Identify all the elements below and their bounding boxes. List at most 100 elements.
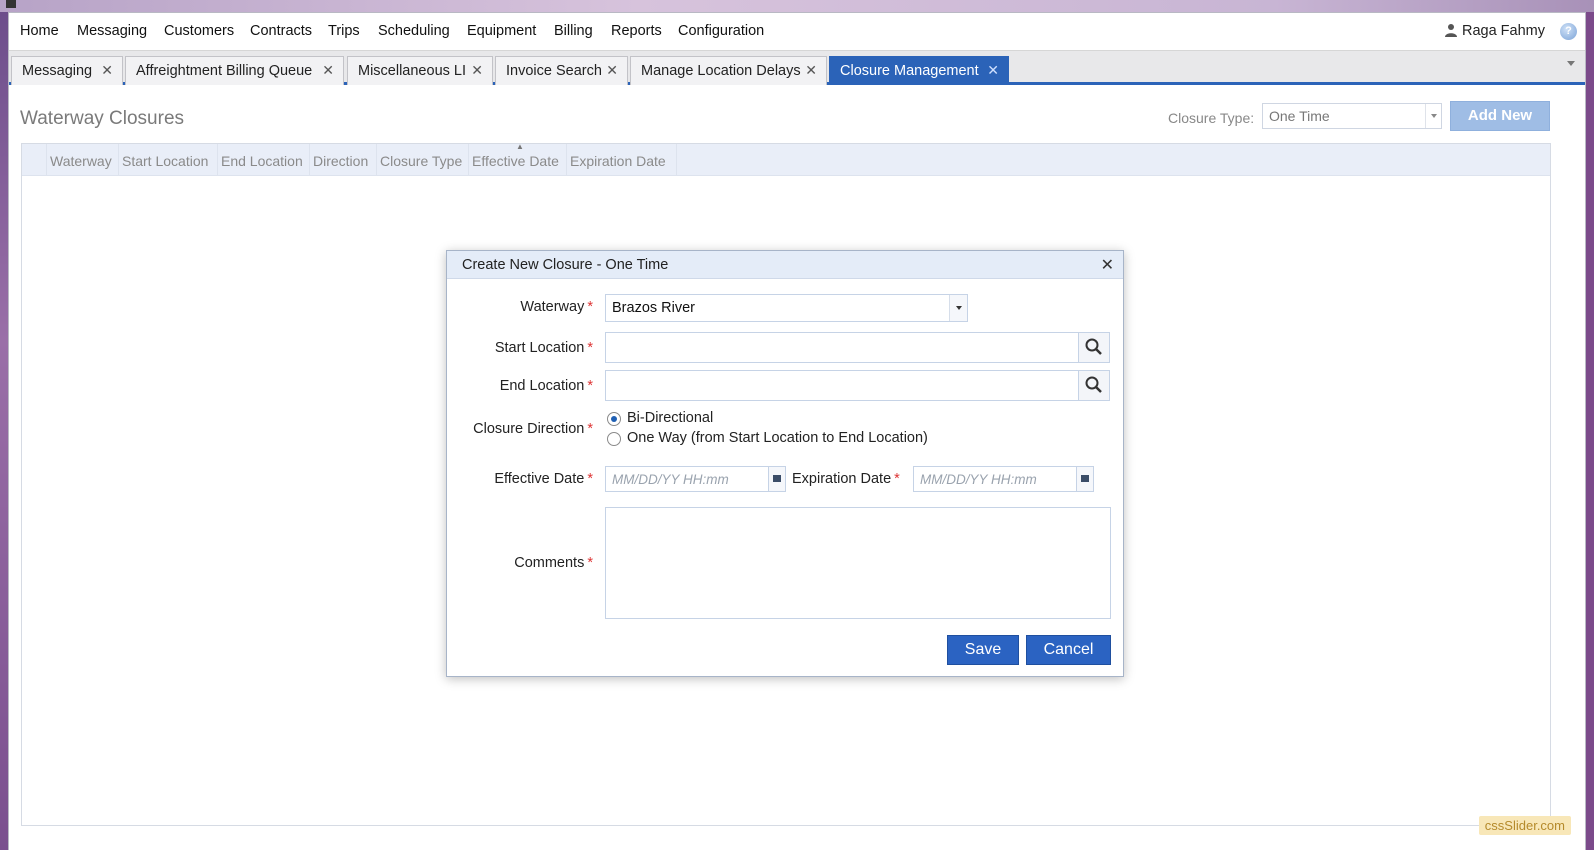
column-header-waterway[interactable]: Waterway bbox=[50, 153, 112, 169]
menu-reports[interactable]: Reports bbox=[611, 23, 662, 39]
waterway-select[interactable]: Brazos River bbox=[605, 294, 968, 322]
required-marker: * bbox=[587, 555, 593, 571]
closure-direction-label: Closure Direction * bbox=[473, 421, 593, 437]
app-icon bbox=[6, 0, 16, 8]
close-icon[interactable]: ✕ bbox=[322, 62, 334, 79]
dialog-header: Create New Closure - One Time ✕ bbox=[447, 251, 1123, 279]
dialog-title: Create New Closure - One Time bbox=[462, 257, 669, 273]
bi-directional-radio[interactable] bbox=[607, 412, 621, 426]
menu-home[interactable]: Home bbox=[20, 23, 59, 39]
tab-manage-location-delays[interactable]: Manage Location Delays ✕ bbox=[630, 56, 827, 85]
start-location-label-text: Start Location bbox=[494, 340, 585, 356]
app-window: Home Messaging Customers Contracts Trips… bbox=[8, 12, 1586, 850]
comments-textarea[interactable] bbox=[605, 507, 1111, 619]
main-menu-bar: Home Messaging Customers Contracts Trips… bbox=[9, 13, 1585, 51]
tab-affreightment-billing-queue[interactable]: Affreightment Billing Queue ✕ bbox=[125, 56, 344, 85]
comments-label-text: Comments bbox=[514, 555, 585, 571]
help-icon[interactable]: ? bbox=[1560, 23, 1577, 40]
calendar-icon[interactable] bbox=[768, 467, 785, 491]
column-divider bbox=[676, 144, 677, 176]
menu-configuration[interactable]: Configuration bbox=[678, 23, 764, 39]
column-header-expiration-date[interactable]: Expiration Date bbox=[570, 153, 666, 169]
user-icon bbox=[1444, 24, 1457, 37]
tab-label: Messaging bbox=[22, 63, 93, 79]
column-divider bbox=[46, 144, 47, 176]
waterway-label-text: Waterway bbox=[520, 299, 585, 315]
close-icon[interactable]: ✕ bbox=[987, 62, 999, 79]
user-menu[interactable]: Raga Fahmy bbox=[1444, 23, 1545, 39]
menu-scheduling[interactable]: Scheduling bbox=[378, 23, 450, 39]
column-divider bbox=[468, 144, 469, 176]
column-divider bbox=[118, 144, 119, 176]
add-new-button[interactable]: Add New bbox=[1450, 101, 1550, 131]
start-location-label: Start Location * bbox=[495, 340, 593, 356]
tab-miscellaneous-li[interactable]: Miscellaneous LI ✕ bbox=[347, 56, 493, 85]
column-divider bbox=[309, 144, 310, 176]
closure-type-select[interactable]: One Time bbox=[1262, 103, 1442, 129]
menu-trips[interactable]: Trips bbox=[328, 23, 360, 39]
required-marker: * bbox=[894, 471, 900, 487]
effective-date-input[interactable]: MM/DD/YY HH:mm bbox=[605, 466, 786, 492]
watermark: cssSlider.com bbox=[1478, 816, 1571, 835]
comments-label: Comments * bbox=[514, 555, 593, 571]
menu-messaging[interactable]: Messaging bbox=[77, 23, 147, 39]
search-button[interactable] bbox=[1078, 333, 1109, 362]
closure-type-value: One Time bbox=[1269, 108, 1330, 124]
tab-overflow-icon[interactable] bbox=[1567, 61, 1575, 66]
tab-label: Affreightment Billing Queue bbox=[136, 63, 313, 79]
chevron-down-icon[interactable] bbox=[949, 295, 967, 321]
save-button[interactable]: Save bbox=[947, 635, 1019, 665]
menu-equipment[interactable]: Equipment bbox=[467, 23, 536, 39]
column-divider bbox=[376, 144, 377, 176]
column-header-effective-date[interactable]: Effective Date bbox=[472, 153, 559, 169]
one-way-label[interactable]: One Way (from Start Location to End Loca… bbox=[627, 430, 928, 446]
closure-direction-label-text: Closure Direction bbox=[473, 421, 585, 437]
required-marker: * bbox=[587, 421, 593, 437]
start-location-input[interactable] bbox=[605, 332, 1110, 363]
menu-customers[interactable]: Customers bbox=[164, 23, 234, 39]
effective-date-label: Effective Date * bbox=[494, 471, 593, 487]
end-location-label-text: End Location bbox=[499, 378, 585, 394]
tab-closure-management[interactable]: Closure Management ✕ bbox=[829, 56, 1009, 85]
close-icon[interactable]: ✕ bbox=[101, 62, 113, 79]
search-icon bbox=[1085, 338, 1102, 355]
column-divider bbox=[566, 144, 567, 176]
column-header-closure-type[interactable]: Closure Type bbox=[380, 153, 462, 169]
tab-messaging[interactable]: Messaging ✕ bbox=[11, 56, 123, 85]
column-header-direction[interactable]: Direction bbox=[313, 153, 368, 169]
search-icon bbox=[1085, 376, 1102, 393]
close-icon[interactable]: ✕ bbox=[606, 62, 618, 79]
bi-directional-label[interactable]: Bi-Directional bbox=[627, 410, 713, 426]
required-marker: * bbox=[587, 299, 593, 315]
effective-date-label-text: Effective Date bbox=[494, 471, 585, 487]
cancel-button[interactable]: Cancel bbox=[1026, 635, 1111, 665]
column-header-end-location[interactable]: End Location bbox=[221, 153, 303, 169]
column-header-start-location[interactable]: Start Location bbox=[122, 153, 208, 169]
close-icon[interactable]: ✕ bbox=[471, 62, 483, 79]
one-way-radio[interactable] bbox=[607, 432, 621, 446]
end-location-input[interactable] bbox=[605, 370, 1110, 401]
tab-label: Invoice Search bbox=[506, 63, 602, 79]
expiration-date-placeholder: MM/DD/YY HH:mm bbox=[920, 472, 1037, 487]
calendar-icon[interactable] bbox=[1076, 467, 1093, 491]
os-title-bar bbox=[0, 0, 1594, 12]
expiration-date-input[interactable]: MM/DD/YY HH:mm bbox=[913, 466, 1094, 492]
expiration-date-label: Expiration Date * bbox=[792, 471, 900, 487]
tab-invoice-search[interactable]: Invoice Search ✕ bbox=[495, 56, 628, 85]
user-name: Raga Fahmy bbox=[1461, 23, 1545, 39]
menu-billing[interactable]: Billing bbox=[554, 23, 593, 39]
required-marker: * bbox=[587, 340, 593, 356]
expiration-date-label-text: Expiration Date bbox=[792, 471, 892, 487]
sort-ascending-icon: ▲ bbox=[516, 142, 524, 151]
search-button[interactable] bbox=[1078, 371, 1109, 400]
chevron-down-icon[interactable] bbox=[1425, 104, 1441, 128]
close-icon[interactable]: ✕ bbox=[805, 62, 817, 79]
desktop-edge bbox=[1586, 12, 1594, 850]
document-tab-strip: Messaging ✕ Affreightment Billing Queue … bbox=[9, 51, 1585, 85]
menu-contracts[interactable]: Contracts bbox=[250, 23, 312, 39]
close-icon[interactable]: ✕ bbox=[1101, 255, 1114, 275]
tab-label: Closure Management bbox=[840, 63, 979, 79]
create-closure-dialog: Create New Closure - One Time ✕ Waterway… bbox=[446, 250, 1124, 677]
page-title: Waterway Closures bbox=[20, 108, 185, 129]
waterway-label: Waterway * bbox=[520, 299, 593, 315]
